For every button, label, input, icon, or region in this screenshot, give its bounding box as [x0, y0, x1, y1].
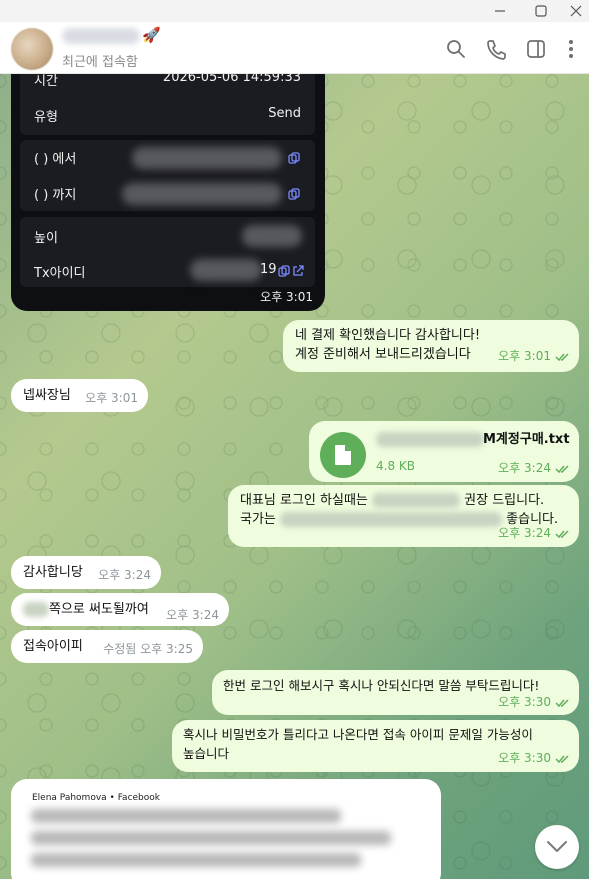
sidebar-toggle-icon[interactable]	[525, 38, 547, 60]
message-timestamp: 오후 3:30	[498, 749, 571, 768]
tx-txid-redacted	[190, 259, 262, 281]
search-icon[interactable]	[445, 38, 467, 60]
message-timestamp: 오후 3:24	[498, 459, 571, 478]
message-text: 혹시나 비밀번호가 틀리다고 나온다면 접속 아이피 문제일 가능성이 높습니다	[183, 727, 533, 761]
tx-from-label: ( ) 에서	[34, 152, 77, 167]
read-checkmarks-icon	[555, 352, 569, 361]
link-preview-source: Elena Pahomova • Facebook	[32, 793, 160, 803]
tx-height-value-redacted	[242, 225, 302, 247]
message-outgoing[interactable]: 대표님 로그인 하실때는 권장 드립니다. 국가는 좋습니다. 오후 3:24	[228, 485, 579, 547]
maximize-icon[interactable]	[533, 3, 549, 19]
message-text: 접속아이피	[23, 639, 83, 654]
tx-txid-suffix: 19	[260, 262, 277, 277]
tx-card-timestamp: 오후 3:01	[260, 290, 313, 304]
file-size: 4.8 KB	[376, 459, 415, 473]
chevron-down-icon	[547, 841, 567, 852]
redacted-text	[372, 493, 461, 508]
tx-to-label: ( ) 까지	[34, 188, 77, 203]
file-name[interactable]: M계정구매.txt	[483, 430, 570, 449]
redacted-text	[31, 831, 391, 845]
message-text: 감사합니당	[23, 565, 83, 580]
file-icon[interactable]	[320, 432, 366, 478]
message-timestamp: 오후 3:30	[498, 693, 571, 712]
copy-icon[interactable]	[288, 188, 300, 200]
tx-height-label: 높이	[34, 231, 58, 246]
message-text: 한번 로그인 해보시구 혹시나 안되신다면 말씀 부탁드립니다!	[223, 678, 540, 693]
file-name-redacted	[376, 432, 484, 447]
tx-type-value: Send	[268, 106, 301, 121]
tx-section-chain: 높이 Tx아이디 19	[20, 217, 315, 287]
rocket-emoji-icon: 🚀	[142, 26, 161, 44]
tx-section-meta: 시간 2026-05-06 14:59:33 유형 Send	[20, 74, 315, 135]
message-incoming[interactable]: 쪽으로 써도될까여 오후 3:24	[11, 593, 229, 626]
tx-from-address-redacted	[132, 147, 282, 169]
link-preview-message[interactable]: Elena Pahomova • Facebook	[11, 779, 441, 879]
copy-icon[interactable]	[278, 265, 290, 277]
window-titlebar	[0, 0, 589, 22]
tx-type-label: 유형	[34, 110, 58, 125]
message-timestamp: 오후 3:24	[166, 608, 219, 622]
transaction-card[interactable]: 시간 2026-05-06 14:59:33 유형 Send ( ) 에서 ( …	[11, 74, 325, 311]
read-checkmarks-icon	[555, 464, 569, 473]
more-vertical-icon[interactable]	[560, 38, 582, 60]
message-timestamp: 오후 3:24	[498, 524, 571, 543]
avatar[interactable]	[11, 28, 53, 70]
copy-icon[interactable]	[288, 152, 300, 164]
message-timestamp: 수정됨 오후 3:25	[103, 642, 193, 656]
message-timestamp: 오후 3:01	[498, 347, 571, 366]
external-link-icon[interactable]	[292, 265, 304, 277]
tx-time-label: 시간	[34, 74, 58, 89]
read-checkmarks-icon	[555, 529, 569, 538]
redacted-text	[280, 512, 503, 527]
message-text: 넵싸장님	[23, 388, 71, 403]
contact-status: 최근에 접속함	[62, 55, 138, 70]
tx-txid-label: Tx아이디	[34, 266, 86, 281]
redacted-text	[23, 602, 49, 617]
message-text: 네 결제 확인했습니다 감사합니다! 계정 준비해서 보내드리겠습니다	[295, 328, 481, 362]
redacted-text	[31, 809, 341, 823]
contact-name-redacted[interactable]	[62, 28, 140, 44]
scroll-to-bottom-button[interactable]	[535, 825, 579, 869]
tx-section-addresses: ( ) 에서 ( ) 까지	[20, 140, 315, 211]
edited-label: 수정됨	[103, 642, 137, 656]
message-incoming[interactable]: 넵싸장님 오후 3:01	[11, 379, 148, 412]
message-outgoing[interactable]: 혹시나 비밀번호가 틀리다고 나온다면 접속 아이피 문제일 가능성이 높습니다…	[172, 720, 579, 772]
message-file-attachment[interactable]: M계정구매.txt 4.8 KB 오후 3:24	[309, 421, 579, 482]
tx-to-address-redacted	[122, 183, 282, 205]
chat-header: 🚀 최근에 접속함	[0, 22, 589, 74]
close-icon[interactable]	[568, 3, 584, 19]
redacted-text	[31, 853, 361, 867]
message-outgoing[interactable]: 한번 로그인 해보시구 혹시나 안되신다면 말씀 부탁드립니다! 오후 3:30	[212, 670, 579, 715]
tx-time-value: 2026-05-06 14:59:33	[162, 74, 301, 85]
message-text: 쪽으로 써도될까여	[49, 602, 149, 617]
message-list[interactable]: 시간 2026-05-06 14:59:33 유형 Send ( ) 에서 ( …	[0, 74, 589, 879]
message-outgoing[interactable]: 네 결제 확인했습니다 감사합니다! 계정 준비해서 보내드리겠습니다 오후 3…	[283, 320, 579, 372]
read-checkmarks-icon	[555, 698, 569, 707]
message-incoming[interactable]: 감사합니당 오후 3:24	[11, 556, 161, 589]
message-timestamp: 오후 3:24	[98, 568, 151, 582]
minimize-icon[interactable]	[492, 3, 508, 19]
message-timestamp: 오후 3:01	[85, 391, 138, 405]
read-checkmarks-icon	[555, 754, 569, 763]
message-incoming[interactable]: 접속아이피 수정됨 오후 3:25	[11, 630, 203, 663]
phone-icon[interactable]	[485, 38, 507, 60]
